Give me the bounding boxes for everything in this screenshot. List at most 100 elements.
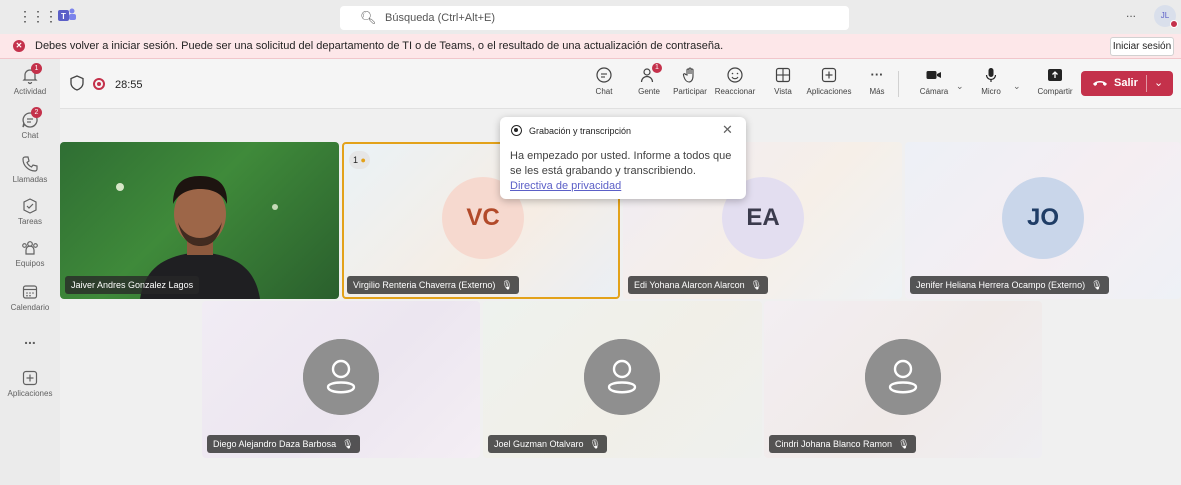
teams-logo-icon: T bbox=[58, 8, 76, 21]
rail-label: Llamadas bbox=[12, 175, 48, 184]
more-icon: ··· bbox=[870, 67, 884, 82]
raise-hand-label: Participar bbox=[673, 87, 707, 96]
more-actions-button[interactable]: ··· Más bbox=[866, 66, 888, 96]
participant-name: Cindri Johana Blanco Ramon bbox=[775, 439, 893, 449]
rail-item-tasks[interactable]: Tareas bbox=[0, 197, 60, 226]
leave-button[interactable]: Salir ⌄ bbox=[1081, 71, 1173, 96]
popup-message: Ha empezado por usted. Informe a todos q… bbox=[510, 150, 732, 177]
rail-item-more[interactable]: ... bbox=[0, 331, 60, 347]
chat-icon bbox=[596, 67, 612, 83]
teams-icon bbox=[22, 241, 38, 255]
participant-name-label: Jaiver Andres Gonzalez Lagos bbox=[65, 276, 200, 294]
search-placeholder: Búsqueda (Ctrl+Alt+E) bbox=[385, 12, 496, 24]
participant-name: Virgilio Renteria Chaverra (Externo) bbox=[353, 280, 496, 290]
mic-off-icon: 🎙︎ bbox=[1091, 280, 1103, 290]
rail-item-calls[interactable]: Llamadas bbox=[0, 155, 60, 184]
emoji-icon bbox=[727, 67, 743, 83]
react-label: Reaccionar bbox=[714, 87, 756, 96]
chat-badge: 2 bbox=[31, 107, 42, 118]
participant-name: Jenifer Heliana Herrera Ocampo (Externo) bbox=[916, 280, 1086, 290]
rail-label: Chat bbox=[21, 131, 39, 140]
leave-options-chevron-icon[interactable]: ⌄ bbox=[1154, 76, 1163, 89]
leave-label: Salir bbox=[1114, 77, 1138, 89]
chat-label: Chat bbox=[595, 87, 613, 96]
calendar-icon bbox=[22, 285, 38, 299]
view-label: Vista bbox=[774, 87, 792, 96]
rail-item-apps[interactable]: Aplicaciones bbox=[0, 369, 60, 398]
user-avatar[interactable]: JL bbox=[1154, 5, 1178, 28]
participant-name-label: Jenifer Heliana Herrera Ocampo (Externo)… bbox=[910, 276, 1109, 294]
popup-title: Grabación y transcripción bbox=[529, 126, 632, 136]
participant-name-label: Joel Guzman Otalvaro 🎙︎ bbox=[488, 435, 607, 453]
participant-tile[interactable]: Joel Guzman Otalvaro 🎙︎ bbox=[483, 301, 762, 458]
camera-icon bbox=[926, 71, 941, 79]
leave-divider bbox=[1146, 75, 1147, 92]
more-icon: ... bbox=[24, 331, 36, 347]
participant-tile[interactable]: Cindri Johana Blanco Ramon 🎙︎ bbox=[764, 301, 1042, 458]
add-apps-icon bbox=[22, 370, 38, 386]
participant-tile[interactable]: Diego Alejandro Daza Barbosa 🎙︎ bbox=[202, 301, 480, 458]
participant-name-label: Edi Yohana Alarcon Alarcon 🎙︎ bbox=[628, 276, 769, 294]
mic-options-chevron-icon[interactable]: ⌄ bbox=[1013, 81, 1021, 92]
error-icon: ✕ bbox=[13, 40, 25, 52]
mic-off-icon: 🎙︎ bbox=[501, 280, 513, 290]
people-button[interactable]: 1 Gente bbox=[634, 63, 664, 96]
raise-hand-button[interactable]: Participar bbox=[670, 66, 710, 96]
view-button[interactable]: Vista bbox=[770, 66, 796, 96]
rail-label: Actividad bbox=[13, 87, 47, 96]
phone-icon bbox=[22, 156, 38, 172]
settings-more-button[interactable]: ... bbox=[1126, 6, 1136, 20]
signin-banner: ✕ Debes volver a iniciar sesión. Puede s… bbox=[0, 34, 1181, 59]
people-badge: 1 bbox=[652, 63, 662, 73]
raise-hand-icon bbox=[682, 67, 694, 83]
chat-button[interactable]: Chat bbox=[590, 66, 618, 96]
participant-name-label: Diego Alejandro Daza Barbosa 🎙︎ bbox=[207, 435, 360, 453]
tasks-icon bbox=[23, 198, 37, 214]
app-rail: 1 Actividad 2 Chat Llamadas Tareas Equip… bbox=[0, 59, 60, 485]
participant-name: Diego Alejandro Daza Barbosa bbox=[213, 439, 337, 449]
camera-button[interactable]: Cámara bbox=[918, 66, 950, 96]
rail-item-activity[interactable]: 1 Actividad bbox=[0, 63, 60, 96]
mic-button[interactable]: Micro bbox=[978, 66, 1004, 96]
presence-badge bbox=[1170, 20, 1178, 28]
react-button[interactable]: Reaccionar bbox=[714, 66, 756, 96]
share-button[interactable]: Compartir bbox=[1034, 66, 1076, 96]
add-apps-icon bbox=[821, 67, 837, 83]
close-icon[interactable]: ✕ bbox=[722, 122, 733, 138]
participant-name: Joel Guzman Otalvaro bbox=[494, 439, 584, 449]
mic-off-icon: 🎙︎ bbox=[589, 439, 601, 449]
avatar-initials: JL bbox=[1160, 11, 1170, 20]
participant-name: Edi Yohana Alarcon Alarcon bbox=[634, 280, 745, 290]
more-label: Más bbox=[869, 87, 885, 96]
popup-body: Ha empezado por usted. Informe a todos q… bbox=[510, 149, 740, 194]
app-launcher-icon[interactable]: ⋮⋮⋮ bbox=[18, 8, 58, 25]
participant-tile[interactable]: Jaiver Andres Gonzalez Lagos bbox=[60, 142, 339, 299]
camera-label: Cámara bbox=[919, 87, 949, 96]
record-icon bbox=[511, 125, 522, 136]
share-label: Compartir bbox=[1037, 87, 1073, 96]
toolbar-divider bbox=[898, 71, 899, 97]
rail-label: Tareas bbox=[17, 217, 42, 226]
sign-in-button[interactable]: Iniciar sesión bbox=[1110, 37, 1174, 56]
participant-initials: JO bbox=[1002, 177, 1084, 259]
camera-options-chevron-icon[interactable]: ⌄ bbox=[956, 81, 964, 92]
privacy-policy-link[interactable]: Directiva de privacidad bbox=[510, 180, 621, 192]
mic-off-icon: 🎙︎ bbox=[750, 280, 763, 290]
people-label: Gente bbox=[638, 87, 660, 96]
mic-off-icon: 🎙︎ bbox=[898, 439, 910, 449]
participant-tile[interactable]: JO Jenifer Heliana Herrera Ocampo (Exter… bbox=[905, 142, 1181, 299]
rail-label: Aplicaciones bbox=[7, 389, 53, 398]
microphone-icon bbox=[985, 68, 997, 82]
rail-label: Equipos bbox=[15, 259, 45, 268]
call-timer: 28:55 bbox=[115, 79, 143, 91]
default-avatar-icon bbox=[865, 339, 941, 415]
rail-item-chat[interactable]: 2 Chat bbox=[0, 107, 60, 140]
search-icon: 🔍︎ bbox=[360, 10, 377, 25]
apps-button[interactable]: Aplicaciones bbox=[802, 66, 856, 96]
rail-item-calendar[interactable]: Calendario bbox=[0, 283, 60, 312]
apps-label: Aplicaciones bbox=[806, 87, 852, 96]
rail-label: Calendario bbox=[10, 303, 50, 312]
shield-icon[interactable] bbox=[70, 75, 84, 91]
search-input[interactable]: 🔍︎ Búsqueda (Ctrl+Alt+E) bbox=[340, 6, 849, 30]
rail-item-teams[interactable]: Equipos bbox=[0, 239, 60, 268]
